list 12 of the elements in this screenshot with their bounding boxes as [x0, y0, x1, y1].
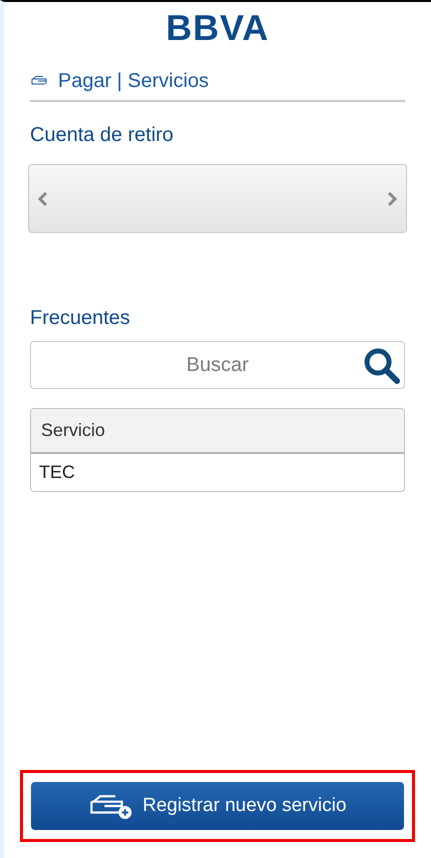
account-carousel[interactable]: [28, 164, 407, 233]
chevron-right-icon[interactable]: [386, 190, 398, 206]
logo: BBVA: [166, 8, 270, 48]
table-cell[interactable]: TEC: [39, 459, 75, 486]
register-service-button[interactable]: Registrar nuevo servicio: [31, 782, 404, 830]
section-title: Frecuentes: [30, 306, 132, 331]
chevron-left-icon[interactable]: [37, 190, 49, 206]
page-title: Pagar | Servicios: [58, 69, 209, 94]
column-header: Servicio: [41, 419, 106, 442]
card-plus-icon: [88, 793, 133, 819]
search-field[interactable]: Buscar: [30, 341, 405, 389]
section-title: Cuenta de retiro: [30, 123, 174, 148]
